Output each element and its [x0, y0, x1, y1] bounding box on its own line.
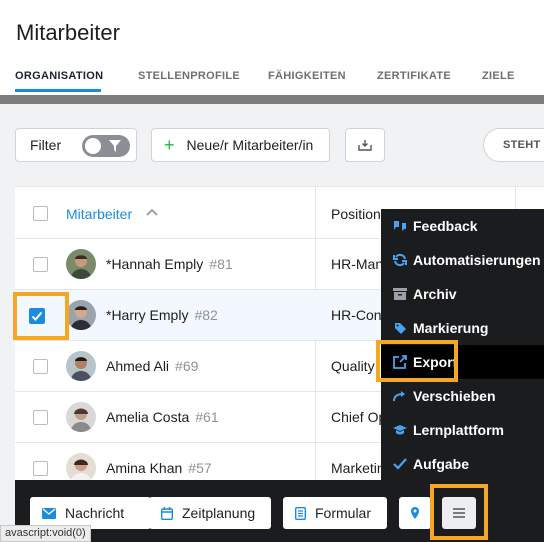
avatar: [66, 300, 96, 330]
avatar: [66, 249, 96, 279]
archive-icon: [393, 287, 407, 301]
export-button[interactable]: [345, 128, 385, 162]
employee-id: #61: [195, 409, 219, 425]
employee-name[interactable]: Amina Khan #57: [106, 460, 212, 476]
employee-id: #81: [209, 256, 233, 272]
menu-item-label: Lernplattform: [413, 422, 504, 438]
form-icon: [295, 506, 306, 520]
status-filter-button[interactable]: STEHT A: [483, 128, 544, 162]
avatar: [66, 453, 96, 483]
menu-item-label: Verschieben: [413, 388, 496, 404]
employee-name-text: Amina Khan: [106, 460, 183, 476]
toggle-knob: [85, 138, 101, 154]
schedule-button[interactable]: Zeitplanung: [149, 497, 271, 529]
move-arrow-icon: [393, 389, 407, 403]
feedback-icon: [393, 219, 407, 233]
checkbox-highlight: [13, 292, 69, 340]
employee-id: #82: [194, 307, 218, 323]
tab-bar: ORGANISATION STELLENPROFILE FÄHIGKEITEN …: [0, 70, 544, 95]
form-button[interactable]: Formular: [283, 497, 387, 529]
page-header: Mitarbeiter ORGANISATION STELLENPROFILE …: [0, 0, 544, 95]
sort-ascending-icon[interactable]: [146, 207, 158, 217]
status-bar-url: avascript:void(0): [0, 525, 91, 542]
add-employee-label: Neue/r Mitarbeiter/in: [186, 137, 314, 153]
message-label: Nachricht: [65, 505, 125, 521]
menu-item-aufgabe[interactable]: Aufgabe: [381, 447, 544, 481]
graduation-cap-icon: [393, 423, 407, 437]
export-tray-icon: [358, 140, 372, 151]
menu-item-verschieben[interactable]: Verschieben: [381, 379, 544, 413]
tab-organisation[interactable]: ORGANISATION: [15, 70, 103, 82]
export-highlight: [376, 340, 458, 382]
menu-item-lernplattform[interactable]: Lernplattform: [381, 413, 544, 447]
menu-item-archiv[interactable]: Archiv: [381, 277, 544, 311]
menu-item-label: Markierung: [413, 320, 489, 336]
avatar: [66, 402, 96, 432]
employee-name[interactable]: *Hannah Emply #81: [106, 256, 233, 272]
add-employee-button[interactable]: + Neue/r Mitarbeiter/in: [151, 128, 330, 162]
menu-item-label: Automatisierungen: [413, 252, 541, 268]
map-pin-icon: [411, 507, 419, 519]
column-header-name[interactable]: Mitarbeiter: [66, 206, 132, 222]
row-checkbox[interactable]: [33, 257, 48, 272]
row-checkbox-checked[interactable]: [29, 308, 45, 324]
employee-id: #57: [188, 460, 212, 476]
row-checkbox[interactable]: [33, 461, 48, 476]
plus-icon: +: [164, 135, 175, 155]
tab-faehigkeiten[interactable]: FÄHIGKEITEN: [268, 70, 346, 82]
checkmark-icon: [393, 457, 407, 471]
funnel-icon: [109, 140, 121, 152]
employee-position: Quality: [331, 358, 375, 374]
filter-toggle[interactable]: [82, 135, 130, 157]
employee-name[interactable]: Ahmed Ali #69: [106, 358, 198, 374]
employee-name-text: *Hannah Emply: [106, 256, 204, 272]
column-header-position[interactable]: Position: [331, 206, 381, 222]
location-button[interactable]: [399, 497, 431, 529]
tab-zertifikate[interactable]: ZERTIFIKATE: [377, 70, 451, 82]
employee-id: #69: [175, 358, 199, 374]
form-label: Formular: [315, 505, 372, 521]
avatar: [66, 351, 96, 381]
employee-name-text: Ahmed Ali: [106, 358, 170, 374]
menu-item-automatisierungen[interactable]: Automatisierungen: [381, 243, 544, 277]
envelope-icon: [42, 507, 56, 519]
menu-item-label: Aufgabe: [413, 456, 469, 472]
select-all-checkbox[interactable]: [33, 206, 48, 221]
menu-item-label: Feedback: [413, 218, 478, 234]
menu-item-label: Archiv: [413, 286, 457, 302]
page-title: Mitarbeiter: [16, 20, 120, 45]
tab-ziele[interactable]: ZIELE: [482, 70, 515, 82]
schedule-label: Zeitplanung: [182, 505, 256, 521]
menu-item-feedback[interactable]: Feedback: [381, 209, 544, 243]
row-checkbox[interactable]: [33, 359, 48, 374]
employee-name-text: Amelia Costa: [106, 409, 190, 425]
sync-icon: [393, 253, 407, 267]
filter-label: Filter: [30, 137, 62, 153]
tag-icon: [393, 321, 407, 335]
employee-name[interactable]: *Harry Emply #82: [106, 307, 218, 323]
header-divider: [0, 95, 544, 104]
calendar-icon: [161, 506, 173, 520]
filter-button[interactable]: Filter: [15, 128, 137, 162]
menu-button-highlight: [430, 484, 488, 540]
tab-stellenprofile[interactable]: STELLENPROFILE: [138, 70, 240, 82]
employee-name[interactable]: Amelia Costa #61: [106, 409, 219, 425]
row-checkbox[interactable]: [33, 410, 48, 425]
checkmark-icon: [31, 311, 43, 321]
employee-name-text: *Harry Emply: [106, 307, 189, 323]
active-tab-indicator: [15, 89, 101, 92]
